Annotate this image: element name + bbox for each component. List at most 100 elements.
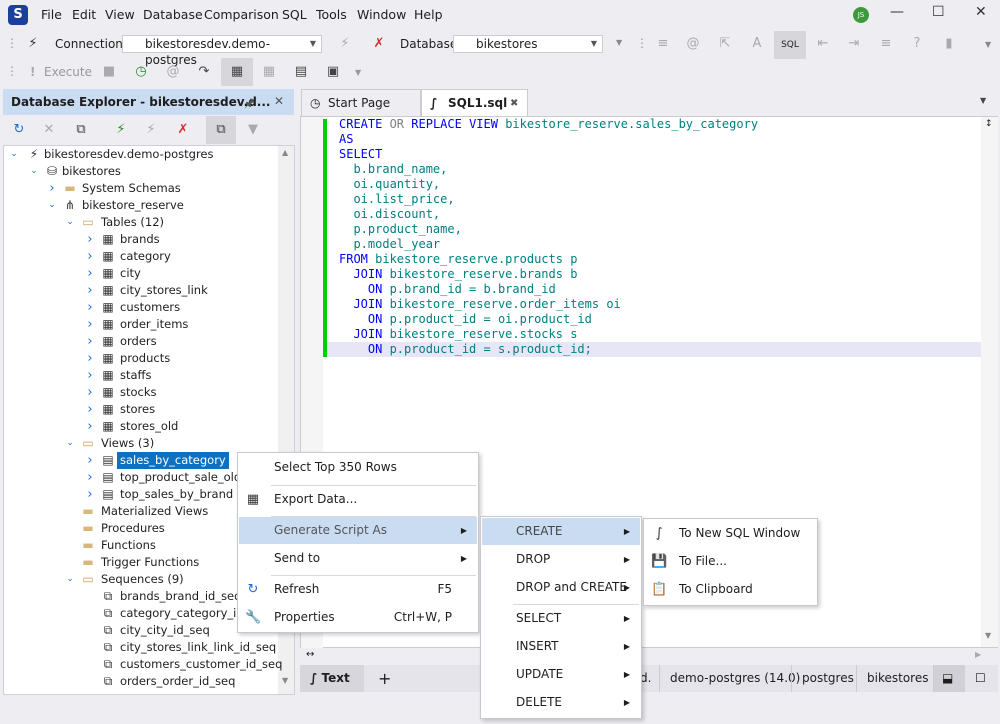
menu-to-new-sql-window[interactable]: ∫ To New SQL Window xyxy=(645,520,816,547)
tree-node[interactable]: › ▦ customers xyxy=(4,299,276,316)
cursor-icon[interactable]: ⇱ xyxy=(714,33,736,55)
connect-icon[interactable]: ⚡ xyxy=(334,33,356,55)
indent-icon[interactable]: ⇥ xyxy=(843,33,865,55)
split-icon[interactable]: ↕ xyxy=(985,119,993,129)
scroll-up-icon[interactable]: ▲ xyxy=(282,148,288,157)
expand-arrow-icon[interactable]: › xyxy=(84,248,96,265)
menu-update[interactable]: UPDATE ▶ xyxy=(482,661,640,688)
grid-view-icon[interactable]: ▦ xyxy=(221,58,253,86)
disconnect-icon[interactable]: ✗ xyxy=(172,119,194,141)
collapse-arrow-icon[interactable]: ⌄ xyxy=(8,146,20,163)
collapse-arrow-icon[interactable]: ⌄ xyxy=(64,571,76,588)
menu-properties[interactable]: 🔧 Properties Ctrl+W, P xyxy=(239,604,477,631)
menu-help[interactable]: Help xyxy=(414,7,443,22)
collapse-arrow-icon[interactable]: ⌄ xyxy=(64,214,76,231)
menu-sql[interactable]: SQL xyxy=(282,7,307,22)
tree-node[interactable]: ▬ Materialized Views xyxy=(4,503,276,520)
expand-arrow-icon[interactable]: › xyxy=(84,333,96,350)
collapse-arrow-icon[interactable]: ⌄ xyxy=(46,197,58,214)
close-window-icon[interactable]: ✕ xyxy=(975,4,987,20)
tree-node[interactable]: ▬ Procedures xyxy=(4,520,276,537)
tree-node[interactable]: › ▬ System Schemas xyxy=(4,180,276,197)
panel-layout-icon[interactable]: ⬓ xyxy=(933,665,965,692)
collapse-icon[interactable]: ⧉ xyxy=(70,119,92,141)
tree-node[interactable]: ▬ Functions xyxy=(4,537,276,554)
sql-check-icon[interactable]: SQL xyxy=(774,31,806,59)
toolbar-grip[interactable]: ⋮ xyxy=(636,36,648,50)
menu-delete[interactable]: DELETE ▶ xyxy=(482,689,640,716)
execute-button[interactable]: Execute xyxy=(44,65,92,79)
user-avatar[interactable]: JS xyxy=(853,7,869,23)
menu-send-to[interactable]: Send to ▶ xyxy=(239,545,477,572)
outdent-icon[interactable]: ⇤ xyxy=(812,33,834,55)
chart-icon[interactable]: ▤ xyxy=(290,61,312,83)
menu-drop[interactable]: DROP ▶ xyxy=(482,546,640,573)
menu-file[interactable]: File xyxy=(41,7,62,22)
database-select[interactable]: bikestores ▼ xyxy=(453,35,603,53)
new-connection-icon[interactable]: ⚡ xyxy=(110,119,132,141)
menu-database[interactable]: Database xyxy=(143,7,203,22)
tree-node[interactable]: › ▤ top_product_sale_old xyxy=(4,469,276,486)
tree-node[interactable]: ▬ Trigger Functions xyxy=(4,554,276,571)
scroll-down-icon[interactable]: ▼ xyxy=(282,676,288,685)
expand-arrow-icon[interactable]: › xyxy=(84,384,96,401)
stop-icon[interactable]: ■ xyxy=(98,61,120,83)
expand-arrow-icon[interactable]: › xyxy=(84,265,96,282)
tree-node[interactable]: › ▦ products xyxy=(4,350,276,367)
menu-window[interactable]: Window xyxy=(357,7,406,22)
tree-node[interactable]: ⌄ ▭ Sequences (9) xyxy=(4,571,276,588)
tree-node[interactable]: ⌄ ⋔ bikestore_reserve xyxy=(4,197,276,214)
tree-node[interactable]: ⌄ ▭ Views (3) xyxy=(4,435,276,452)
align-icon[interactable]: ≡ xyxy=(875,33,897,55)
scroll-right-icon[interactable]: ▶ xyxy=(975,650,981,659)
connection-select[interactable]: bikestoresdev.demo-postgres ▼ xyxy=(122,35,322,67)
menu-select-top-rows[interactable]: Select Top 350 Rows xyxy=(239,454,477,481)
expand-arrow-icon[interactable]: › xyxy=(84,350,96,367)
menu-tools[interactable]: Tools xyxy=(316,7,347,22)
menu-refresh[interactable]: ↻ Refresh F5 xyxy=(239,576,477,603)
menu-export-data[interactable]: ▦ Export Data... xyxy=(239,486,477,513)
menu-to-clipboard[interactable]: 📋 To Clipboard xyxy=(645,576,816,603)
tab-start-page[interactable]: ◷ Start Page xyxy=(301,89,421,116)
split-horizontal-icon[interactable]: ↔ xyxy=(306,649,314,660)
bookmark-icon[interactable]: ▮ xyxy=(938,33,960,55)
menu-comparison[interactable]: Comparison xyxy=(204,7,279,22)
pin-icon[interactable]: 🖈 xyxy=(244,94,255,115)
pivot-icon[interactable]: ▦ xyxy=(258,61,280,83)
collapse-arrow-icon[interactable]: ⌄ xyxy=(28,163,40,180)
expand-arrow-icon[interactable]: › xyxy=(84,401,96,418)
parameters-icon[interactable]: @ xyxy=(682,33,704,55)
toolbar-overflow-icon[interactable]: ▼ xyxy=(616,38,622,47)
menu-view[interactable]: View xyxy=(105,7,135,22)
menu-generate-script-as[interactable]: Generate Script As ▶ xyxy=(239,517,477,544)
tree-node[interactable]: ⧉ city_city_id_seq xyxy=(4,622,276,639)
connect-icon[interactable]: ⚡ xyxy=(140,119,162,141)
tree-node[interactable]: › ▦ staffs xyxy=(4,367,276,384)
data-compare-icon[interactable]: ▣ xyxy=(322,61,344,83)
panel-hide-icon[interactable]: ☐ xyxy=(965,665,996,692)
menu-select[interactable]: SELECT ▶ xyxy=(482,605,640,632)
expand-arrow-icon[interactable]: › xyxy=(84,316,96,333)
new-connection-icon[interactable]: ⚡ xyxy=(22,33,44,55)
toolbar-grip[interactable]: ⋮ xyxy=(6,36,18,50)
tab-sql1[interactable]: ∫ SQL1.sql ✖ xyxy=(421,89,528,116)
format-icon[interactable]: ≡ xyxy=(652,33,674,55)
tree-node[interactable]: › ▦ stores xyxy=(4,401,276,418)
tree-node[interactable]: ⧉ brands_brand_id_seq xyxy=(4,588,276,605)
code-area[interactable]: CREATE OR REPLACE VIEW bikestore_reserve… xyxy=(339,117,758,357)
refresh-icon[interactable]: ↻ xyxy=(8,119,30,141)
expand-arrow-icon[interactable]: › xyxy=(84,231,96,248)
filter-objects-icon[interactable]: ⧉ xyxy=(206,116,236,144)
toolbar-grip[interactable]: ⋮ xyxy=(6,64,18,78)
tab-list-icon[interactable]: ▼ xyxy=(980,96,986,105)
menu-drop-and-create[interactable]: DROP and CREATE ▶ xyxy=(482,574,640,601)
editor-vscroll[interactable]: ↕ ▼ xyxy=(981,117,998,647)
toolbar-overflow-icon[interactable]: ▼ xyxy=(985,40,991,49)
text-tab[interactable]: ∫ Text xyxy=(300,665,364,692)
expand-arrow-icon[interactable]: › xyxy=(84,367,96,384)
tree-node[interactable]: ⧉ customers_customer_id_seq xyxy=(4,656,283,673)
import-icon[interactable]: ↷ xyxy=(193,61,215,83)
filter-icon[interactable]: ▼ xyxy=(242,119,264,141)
expand-arrow-icon[interactable]: › xyxy=(84,452,96,469)
tree-node[interactable]: › ▦ orders xyxy=(4,333,276,350)
